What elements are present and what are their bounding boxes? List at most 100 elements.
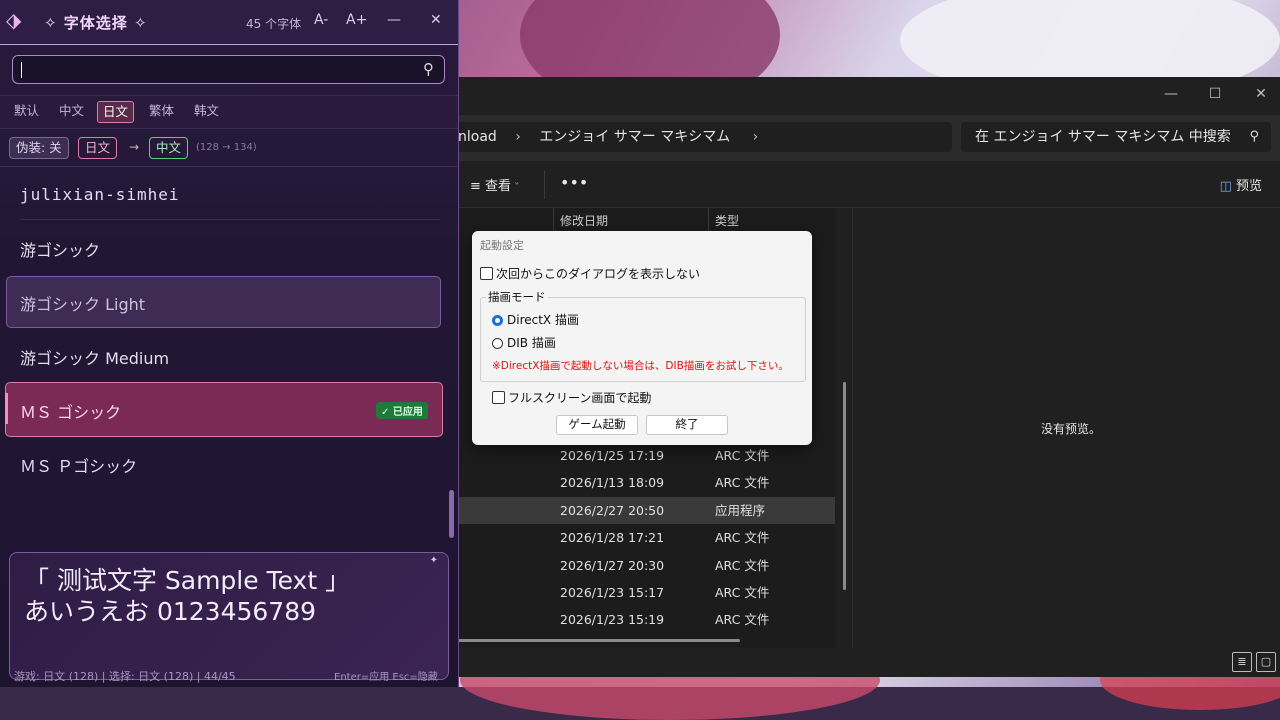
minimize-icon[interactable]: — (1156, 83, 1186, 105)
no-preview-text: 没有预览。 (1041, 422, 1102, 436)
font-item[interactable]: julixian-simhei (20, 185, 180, 204)
row-type: 应用程序 (715, 502, 766, 518)
tab-traditional[interactable]: 繁体 (144, 101, 179, 121)
more-options-button[interactable]: ••• (560, 173, 588, 192)
address-bar[interactable]: nload › エンジョイ サマー マキシマム › (440, 122, 952, 152)
decrease-size-button[interactable]: A- (314, 12, 328, 28)
details-view-icon[interactable]: ≣ (1232, 652, 1252, 672)
row-date: 2026/1/13 18:09 (560, 475, 665, 491)
row-date: 2026/1/25 17:19 (560, 448, 665, 463)
picker-header: ⬗ ✧ 字体选择 ✧ 45 个字体 A- A+ — ✕ (0, 0, 458, 45)
tab-default[interactable]: 默认 (9, 101, 44, 121)
dib-radio[interactable]: DIB 描画 (492, 334, 556, 351)
preview-line-1: 「 测试文字 Sample Text 」 (24, 566, 351, 595)
render-mode-label: 描画モード (486, 289, 548, 305)
chevron-right-icon[interactable]: › (753, 122, 759, 152)
row-date: 2026/2/27 20:50 (560, 502, 665, 518)
increase-size-button[interactable]: A+ (346, 12, 367, 28)
breadcrumb-segment-folder[interactable]: エンジョイ サマー マキシマム (539, 122, 730, 152)
table-row[interactable]: 2026/1/23 15:17 ARC 文件 (440, 579, 835, 606)
font-item[interactable]: ＭＳ Ｐゴシック (20, 453, 137, 477)
tiles-view-icon[interactable]: ▢ (1256, 652, 1276, 672)
table-row[interactable]: 2026/2/27 20:50 应用程序 (440, 496, 835, 524)
row-date: 2026/1/23 15:17 (560, 585, 665, 600)
radio-icon[interactable] (492, 338, 503, 349)
close-button[interactable]: ✕ (430, 12, 442, 28)
table-row[interactable]: 2026/1/23 15:19 ARC 文件 (440, 606, 835, 633)
applied-badge: ✓ 已应用 (376, 402, 428, 419)
language-tabs: 默认 中文 日文 繁体 韩文 (0, 95, 458, 129)
picker-title: ✧ 字体选择 ✧ (44, 14, 148, 32)
vertical-scrollbar[interactable] (843, 382, 846, 590)
conv-range: (128 → 134) (196, 142, 257, 153)
dialog-title: 起動設定 (480, 239, 524, 252)
radio-selected-icon[interactable] (492, 315, 503, 326)
search-box[interactable]: 在 エンジョイ サマー マキシマム 中搜索 ⚲ (961, 122, 1271, 152)
search-placeholder: 在 エンジョイ サマー マキシマム 中搜索 (975, 129, 1231, 145)
view-label: 查看 (485, 179, 512, 194)
close-icon[interactable]: ✕ (1246, 83, 1276, 105)
table-row[interactable]: 2026/1/28 17:21 ARC 文件 (440, 524, 835, 551)
font-count: 45 个字体 (246, 17, 302, 31)
startup-settings-dialog: 起動設定 次回からこのダイアログを表示しない 描画モード DirectX 描画 … (472, 231, 812, 445)
view-button[interactable]: ≡ 查看 ˅ (470, 175, 519, 194)
preview-text: 「 测试文字 Sample Text 」 あいうえお 0123456789 (24, 565, 350, 627)
table-row[interactable]: 2026/1/27 20:30 ARC 文件 (440, 552, 835, 579)
conv-from-pill[interactable]: 日文 (78, 137, 118, 159)
picker-status: 游戏: 日文 (128) | 选择: 日文 (128) | 44/45 (14, 670, 236, 683)
tab-japanese[interactable]: 日文 (97, 101, 135, 123)
row-type: ARC 文件 (715, 448, 770, 463)
checkbox-icon[interactable] (480, 267, 493, 280)
explorer-titlebar: — ☐ ✕ (440, 77, 1280, 113)
table-row[interactable]: 2026/1/13 18:09 ARC 文件 (440, 469, 835, 496)
list-divider (20, 219, 440, 220)
row-date: 2026/1/27 20:30 (560, 557, 665, 573)
font-item[interactable]: 游ゴシック Light (20, 291, 145, 315)
row-date: 2026/1/28 17:21 (560, 530, 665, 546)
start-game-button[interactable]: ゲーム起動 (556, 415, 638, 435)
checkbox-icon[interactable] (492, 391, 505, 404)
status-bar: ≣ ▢ (440, 648, 1280, 677)
table-row[interactable]: 2026/1/25 17:19 ARC 文件 (440, 442, 835, 469)
row-type: ARC 文件 (715, 530, 770, 546)
exit-button[interactable]: 終了 (646, 415, 728, 435)
address-bar-row: nload › エンジョイ サマー マキシマム › 在 エンジョイ サマー マキ… (440, 115, 1280, 161)
row-type: ARC 文件 (715, 585, 770, 600)
row-type: ARC 文件 (715, 557, 770, 573)
directx-radio[interactable]: DirectX 描画 (492, 311, 579, 328)
sparkle-icon: ✦ (429, 555, 438, 566)
conv-arrow: → (129, 140, 140, 154)
font-item[interactable]: 游ゴシック Medium (20, 345, 169, 369)
fullscreen-checkbox[interactable]: フルスクリーン画面で起動 (492, 389, 651, 406)
fake-charset-toggle[interactable]: 伪装: 关 (9, 137, 69, 159)
preview-pane: 没有预览。 (852, 208, 1280, 648)
font-list-scrollbar[interactable] (449, 490, 454, 538)
row-type: ARC 文件 (715, 612, 770, 628)
preview-label: 预览 (1235, 179, 1262, 194)
font-picker-panel: ⬗ ✧ 字体选择 ✧ 45 个字体 A- A+ — ✕ ⚲ 默认 中文 日文 繁… (0, 0, 459, 687)
horizontal-scrollbar[interactable] (440, 639, 740, 642)
preview-line-2: あいうえお 0123456789 (24, 597, 317, 626)
font-item-applied[interactable]: ＭＳ ゴシック (20, 399, 121, 423)
tab-korean[interactable]: 韩文 (189, 101, 224, 121)
conv-to-pill[interactable]: 中文 (149, 137, 189, 159)
dib-label: DIB 描画 (507, 336, 556, 350)
font-preview-box: 「 测试文字 Sample Text 」 あいうえお 0123456789 ✦ (9, 552, 449, 680)
maximize-icon[interactable]: ☐ (1200, 83, 1230, 105)
text-caret (21, 62, 22, 78)
font-item[interactable]: 游ゴシック (20, 237, 100, 261)
list-icon: ≡ (470, 179, 486, 194)
tab-chinese[interactable]: 中文 (54, 101, 89, 121)
preview-pane-button[interactable]: ◫ 预览 (1220, 175, 1262, 194)
breadcrumb-segment-download[interactable]: nload (458, 122, 497, 152)
search-icon[interactable]: ⚲ (423, 60, 434, 78)
dont-show-label: 次回からこのダイアログを表示しない (496, 267, 701, 281)
fullscreen-label: フルスクリーン画面で起動 (508, 391, 652, 405)
toolbar-divider (544, 171, 545, 199)
minimize-button[interactable]: — (387, 12, 401, 28)
preview-pane-icon: ◫ (1219, 179, 1236, 194)
app-logo-icon: ⬗ (6, 8, 22, 32)
font-list: julixian-simhei 游ゴシック 游ゴシック Light 游ゴシック … (0, 168, 458, 544)
font-search-input[interactable]: ⚲ (12, 55, 445, 84)
dont-show-checkbox[interactable]: 次回からこのダイアログを表示しない (480, 265, 700, 282)
